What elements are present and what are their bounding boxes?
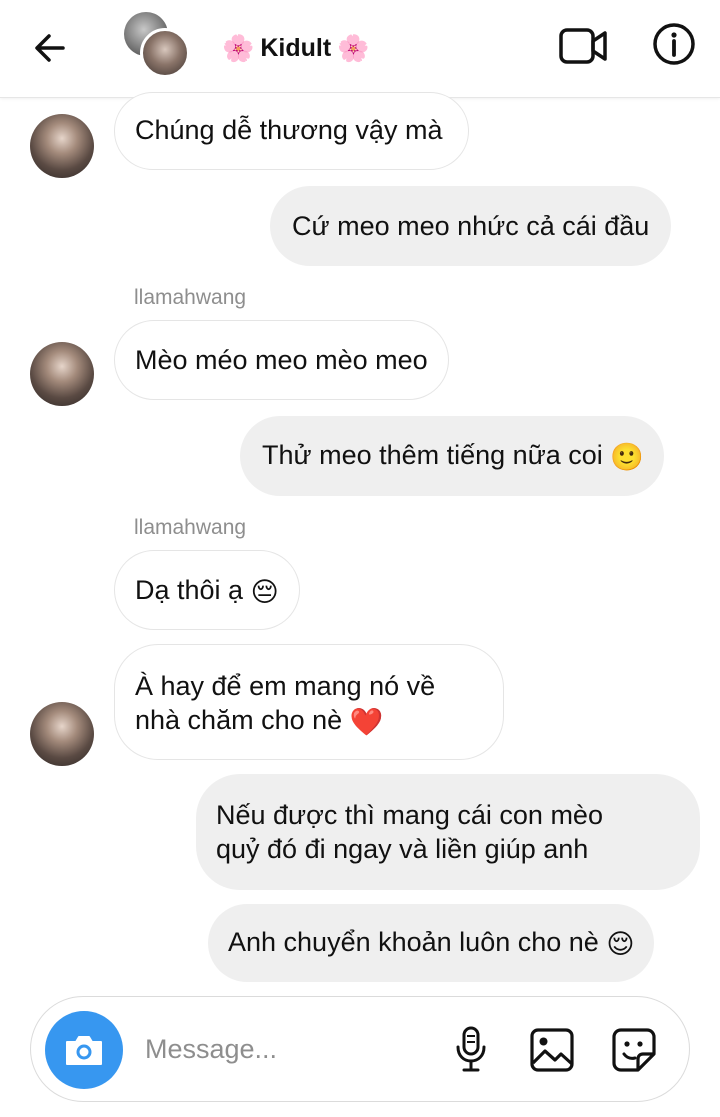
info-icon — [653, 23, 695, 65]
message-bubble-outgoing[interactable]: Nếu được thì mang cái con mèo quỷ đó đi … — [196, 774, 700, 890]
avatar[interactable] — [30, 702, 94, 766]
camera-button[interactable] — [45, 1011, 123, 1089]
sender-name: llamahwang — [134, 286, 247, 309]
message-bubble-outgoing[interactable]: Anh chuyển khoản luôn cho nè 😌 — [208, 904, 655, 982]
slightly-smiling-face-icon: 🙂 — [610, 442, 644, 472]
message-bubble-incoming[interactable]: Dạ thôi ạ 😔 — [114, 550, 300, 630]
microphone-icon — [456, 1026, 486, 1072]
gallery-button[interactable] — [529, 1027, 575, 1073]
message-text-line: À hay để em mang nó về — [135, 671, 436, 701]
message-input[interactable] — [145, 1027, 435, 1071]
message-text: Mèo méo meo mèo meo — [135, 345, 428, 375]
message-text: nhà chăm cho nè — [135, 705, 343, 735]
chat-header: 🌸 Kidult 🌸 — [0, 0, 720, 98]
chat-title-text: Kidult — [260, 33, 332, 62]
message-text: Cứ meo meo nhức cả cái đầu — [292, 211, 650, 241]
message-composer — [30, 996, 690, 1102]
message-bubble-incoming[interactable]: À hay để em mang nó về nhà chăm cho nè ❤… — [114, 644, 504, 760]
message-text-line: Nếu được thì mang cái con mèo — [216, 800, 603, 830]
avatar[interactable] — [30, 342, 94, 406]
message-bubble-outgoing[interactable]: Cứ meo meo nhức cả cái đầu — [270, 186, 672, 266]
avatar[interactable] — [30, 114, 94, 178]
message-text-line: quỷ đó đi ngay và liền giúp anh — [216, 834, 589, 864]
avatar-member-2 — [140, 28, 190, 78]
message-list[interactable]: Chúng dễ thương vậy mà Cứ meo meo nhức c… — [0, 92, 720, 988]
group-avatar[interactable] — [124, 12, 192, 80]
message-bubble-outgoing[interactable]: Thử meo thêm tiếng nữa coi 🙂 — [240, 416, 664, 496]
chat-title[interactable]: 🌸 Kidult 🌸 — [222, 30, 370, 66]
sticker-icon — [612, 1028, 656, 1072]
camera-icon — [66, 1036, 102, 1065]
sender-name: llamahwang — [134, 516, 247, 539]
video-camera-icon — [559, 28, 607, 64]
sticker-button[interactable] — [611, 1027, 657, 1073]
cherry-blossom-icon: 🌸 — [337, 33, 370, 63]
message-text: Thử meo thêm tiếng nữa coi — [262, 440, 603, 470]
cherry-blossom-icon: 🌸 — [222, 33, 255, 63]
back-button[interactable] — [28, 26, 72, 70]
heart-icon: ❤️ — [349, 707, 384, 737]
image-icon — [530, 1028, 574, 1072]
video-call-button[interactable] — [558, 24, 608, 68]
pensive-face-icon: 😔 — [250, 577, 279, 607]
info-button[interactable] — [652, 22, 696, 66]
arrow-left-icon — [35, 34, 65, 62]
message-text: Dạ thôi ạ — [135, 575, 244, 605]
message-text: Anh chuyển khoản luôn cho nè — [228, 927, 599, 957]
message-text-line: nhà chăm cho nè ❤️ — [135, 703, 483, 737]
message-text: Chúng dễ thương vậy mà — [135, 115, 443, 145]
message-bubble-incoming[interactable]: Chúng dễ thương vậy mà — [114, 92, 470, 170]
relieved-face-icon: 😌 — [606, 929, 635, 959]
voice-message-button[interactable] — [451, 1025, 491, 1073]
message-bubble-incoming[interactable]: Mèo méo meo mèo meo — [114, 320, 449, 400]
